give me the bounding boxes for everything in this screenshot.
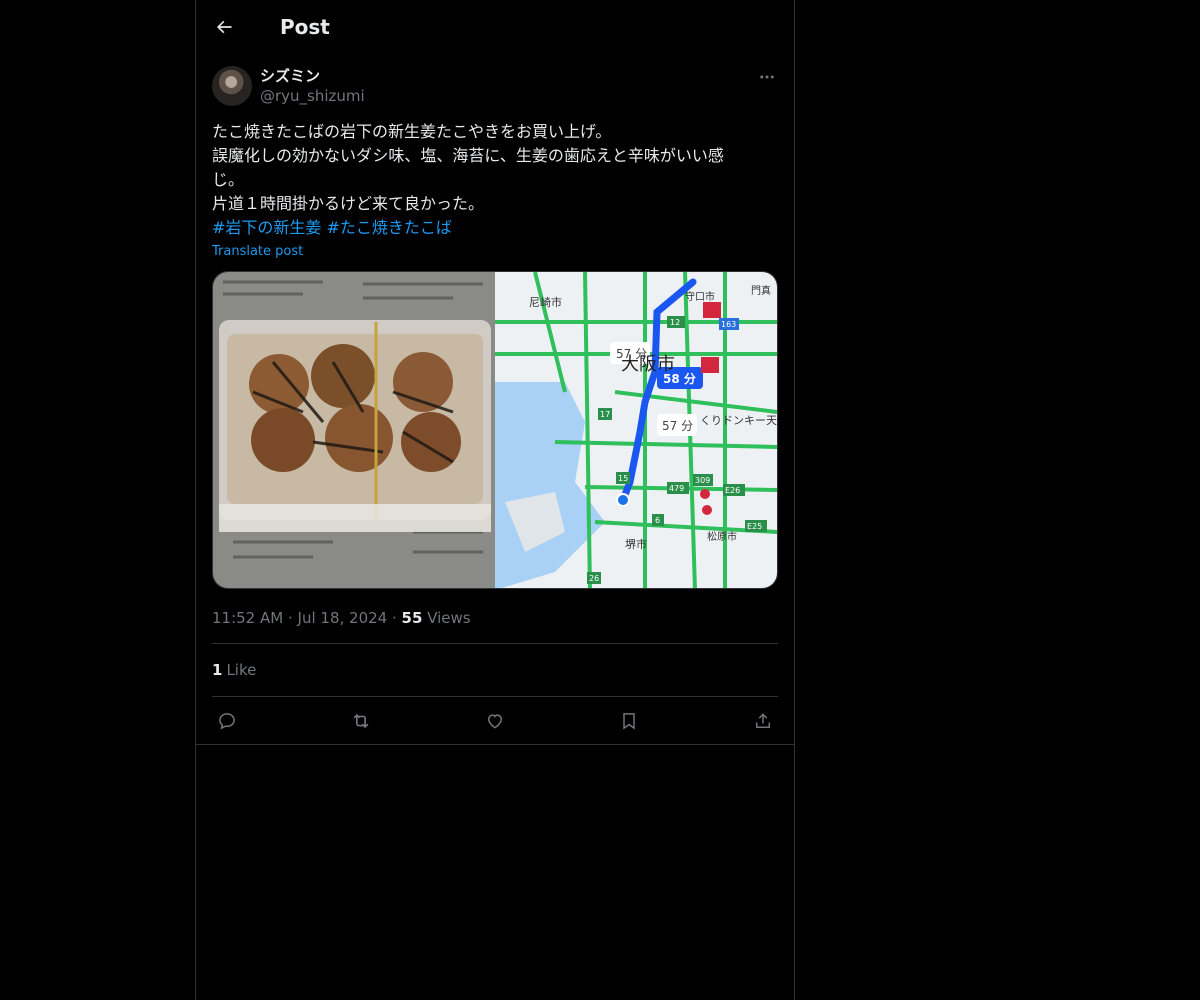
map-label: 58 分: [663, 371, 696, 386]
media-grid: 尼崎市 守口市 門真 大阪市 57 分 58 分 57 分 くりドンキー天 堺市…: [212, 271, 778, 589]
route-badge: 309: [695, 476, 710, 485]
map-label: 57 分: [662, 419, 693, 433]
author-name[interactable]: シズミン: [260, 66, 365, 86]
translate-post-link[interactable]: Translate post: [212, 244, 778, 259]
map-label: くりドンキー天: [700, 414, 777, 427]
map-screenshot[interactable]: 尼崎市 守口市 門真 大阪市 57 分 58 分 57 分 くりドンキー天 堺市…: [495, 272, 777, 588]
route-badge: 479: [669, 484, 684, 493]
divider: [196, 744, 794, 745]
repost-button[interactable]: [350, 710, 372, 732]
bookmark-icon: [623, 713, 635, 730]
views-count: 55: [401, 609, 423, 627]
heart-icon: [487, 714, 503, 729]
post-text-line: じ。: [212, 170, 245, 189]
share-button[interactable]: [752, 710, 774, 732]
post-meta: 11:52 AM · Jul 18, 2024 · 55 Views: [212, 607, 778, 629]
route-badge: 6: [655, 516, 660, 525]
map-label: 守口市: [685, 290, 715, 303]
route-badge: 12: [670, 318, 680, 327]
map-label: 尼崎市: [529, 295, 562, 309]
back-button[interactable]: [206, 9, 242, 45]
post-text-line: 誤魔化しの効かないダシ味、塩、海苔に、生姜の歯応えと辛味がいい感: [212, 146, 724, 165]
takoyaki-photo[interactable]: [213, 272, 495, 588]
post-text-line: 片道１時間掛かるけど来て良かった。: [212, 194, 485, 213]
author-row: シズミン @ryu_shizumi: [212, 66, 778, 108]
share-icon: [756, 713, 770, 728]
likes-count: 1: [212, 661, 223, 679]
post: シズミン @ryu_shizumi たこ焼きたこばの岩下の新生姜たこやきをお買い…: [196, 54, 794, 745]
likes-label: Like: [226, 661, 257, 679]
likes-row[interactable]: 1 Like: [212, 644, 778, 696]
bookmark-button[interactable]: [618, 710, 640, 732]
route-badge: E26: [725, 486, 740, 495]
avatar[interactable]: [212, 66, 252, 106]
reply-icon: [219, 713, 235, 730]
map-label: 堺市: [625, 537, 647, 551]
post-column: Post シズミン @ryu_shizumi たこ焼きたこばの岩下の新生姜たこや…: [195, 0, 795, 1000]
reply-button[interactable]: [216, 710, 238, 732]
post-date[interactable]: Jul 18, 2024: [298, 609, 388, 627]
page-title: Post: [280, 15, 330, 39]
more-icon: [760, 75, 774, 79]
post-time[interactable]: 11:52 AM: [212, 609, 283, 627]
separator: ·: [287, 609, 298, 627]
map-label: 松原市: [707, 530, 737, 543]
route-badge: 15: [618, 474, 628, 483]
route-badge: E25: [747, 522, 762, 531]
action-bar: [212, 697, 778, 745]
route-badge: 17: [600, 410, 610, 419]
post-header: Post: [196, 0, 794, 54]
more-button[interactable]: [756, 66, 778, 88]
views-label: Views: [427, 609, 471, 627]
hashtag-links[interactable]: #岩下の新生姜 #たこ焼きたこば: [212, 216, 760, 240]
separator: ·: [391, 609, 402, 627]
post-text: たこ焼きたこばの岩下の新生姜たこやきをお買い上げ。 誤魔化しの効かないダシ味、塩…: [212, 120, 760, 240]
route-badge: 163: [721, 320, 736, 329]
repost-icon: [353, 713, 369, 729]
map-label: 57 分: [616, 347, 647, 361]
route-badge: 26: [589, 574, 599, 583]
post-text-line: たこ焼きたこばの岩下の新生姜たこやきをお買い上げ。: [212, 122, 612, 141]
author-handle[interactable]: @ryu_shizumi: [260, 86, 365, 106]
like-button[interactable]: [484, 710, 506, 732]
arrow-left-icon: [217, 20, 232, 34]
map-label: 門真: [751, 284, 771, 297]
